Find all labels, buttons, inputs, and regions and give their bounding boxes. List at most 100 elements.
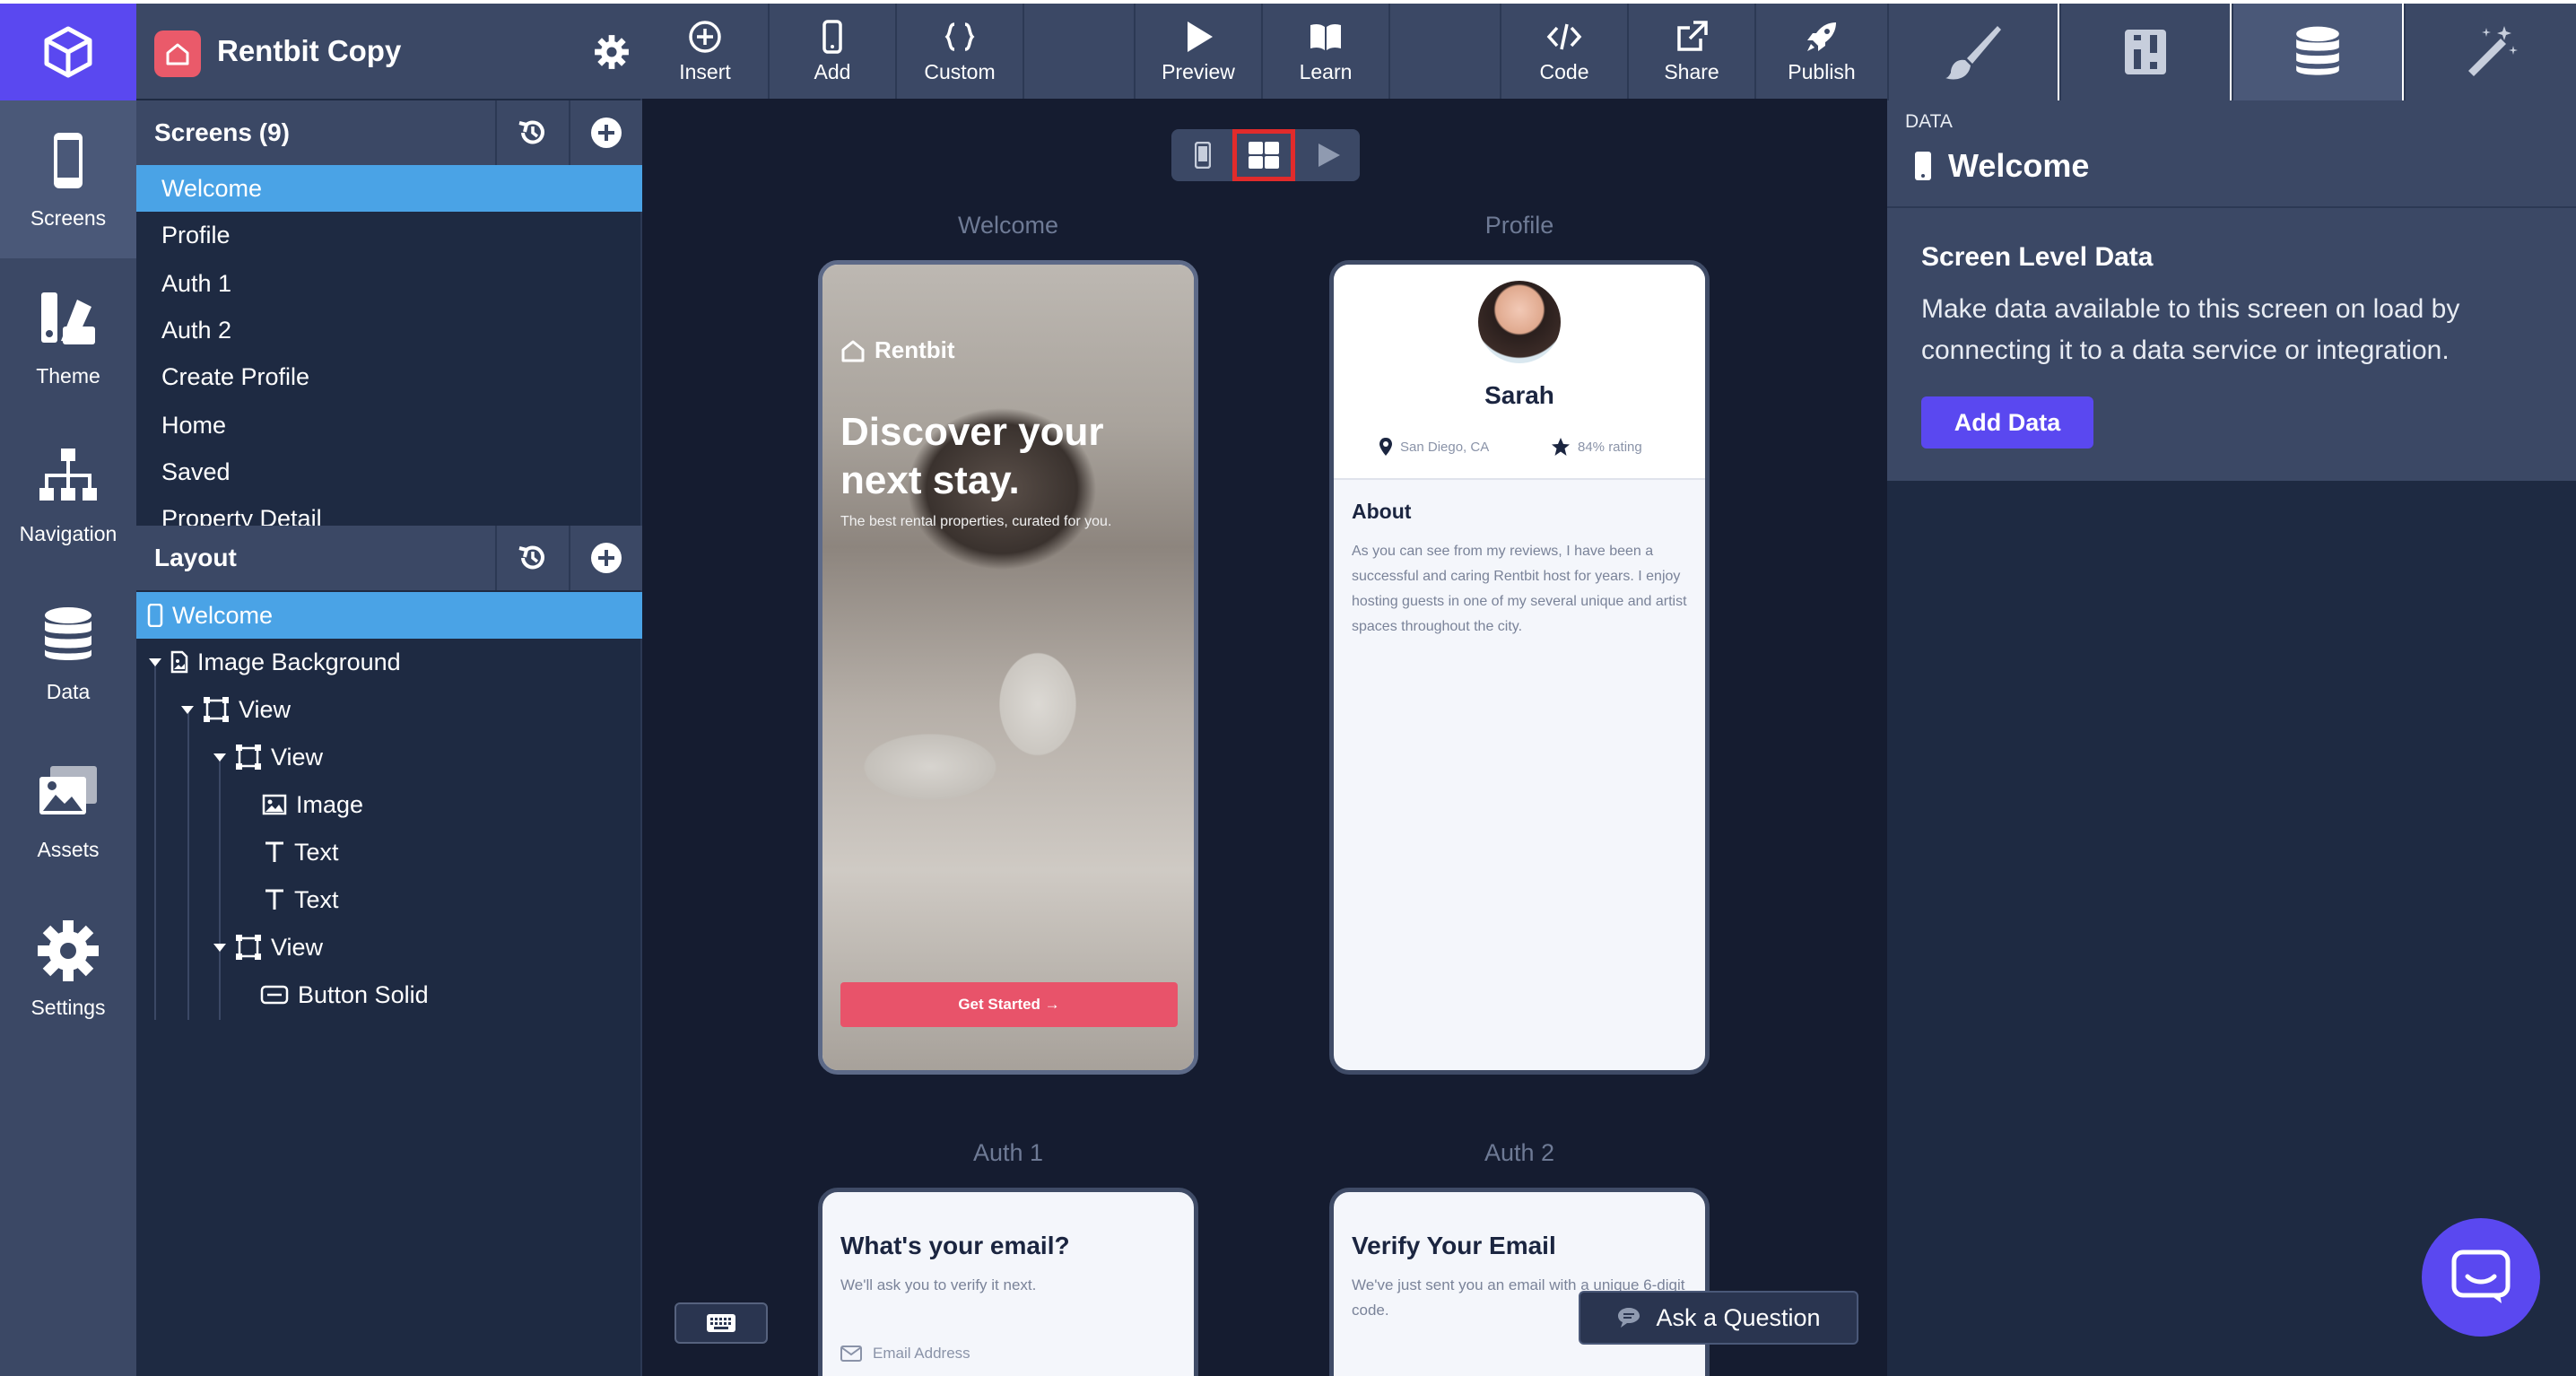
learn-button[interactable]: Learn <box>1263 4 1390 99</box>
caret-down-icon[interactable] <box>213 943 226 952</box>
button-icon <box>260 985 289 1005</box>
tab-magic[interactable] <box>2404 4 2576 100</box>
app-logo[interactable] <box>0 4 136 100</box>
rail-item-settings[interactable]: Settings <box>0 890 136 1048</box>
publish-button[interactable]: Publish <box>1756 4 1887 99</box>
tree-item-image[interactable]: Image <box>262 781 363 828</box>
mail-icon <box>840 1346 862 1362</box>
tree-item-view[interactable]: View <box>213 734 323 780</box>
tab-data[interactable] <box>2232 4 2402 100</box>
screens-panel: Rentbit Copy Screens (9) Welcome Profile… <box>136 4 642 1376</box>
phone-auth-2[interactable]: Verify Your Email We've just sent you an… <box>1329 1188 1710 1376</box>
add-component-button[interactable] <box>569 526 642 590</box>
profile-rating: 84% rating <box>1551 437 1642 457</box>
screen-item-property-detail[interactable]: Property Detail <box>136 495 642 526</box>
tree-item-image-background[interactable]: Image Background <box>149 639 401 685</box>
chat-launcher-button[interactable] <box>2422 1218 2540 1337</box>
text-icon <box>265 841 283 862</box>
get-started-button[interactable]: Get Started → <box>840 982 1178 1027</box>
layout-history-button[interactable] <box>495 526 569 590</box>
tree-item-label: Image Background <box>197 649 401 675</box>
custom-button[interactable]: Custom <box>897 4 1024 99</box>
gear-icon <box>38 919 99 981</box>
phone-auth-1[interactable]: What's your email? We'll ask you to veri… <box>818 1188 1198 1376</box>
phone-icon <box>147 604 163 627</box>
profile-avatar <box>1478 281 1561 363</box>
home-icon <box>166 43 189 65</box>
app-rail: Screens Theme Navigation Data Assets Set… <box>0 4 136 1376</box>
auth1-email-field[interactable]: Email Address <box>840 1345 970 1363</box>
add-label: Add <box>814 59 851 83</box>
phone-welcome[interactable]: Rentbit Discover your next stay. The bes… <box>818 260 1198 1075</box>
rail-item-screens[interactable]: Screens <box>0 100 136 258</box>
profile-name: Sarah <box>1484 381 1554 409</box>
screens-title: Screens (9) <box>154 118 290 146</box>
external-link-icon <box>1677 20 1708 51</box>
rail-item-assets[interactable]: Assets <box>0 732 136 890</box>
screen-item-auth-1[interactable]: Auth 1 <box>136 260 642 307</box>
tree-item-text[interactable]: Text <box>264 829 339 875</box>
code-button[interactable]: Code <box>1501 4 1629 99</box>
tree-item-text[interactable]: Text <box>264 876 339 923</box>
phone-outline-icon <box>822 19 842 54</box>
screen-item-auth-2[interactable]: Auth 2 <box>136 307 642 353</box>
project-header: Rentbit Copy <box>136 4 642 99</box>
rail-item-theme[interactable]: Theme <box>0 258 136 416</box>
auth1-email-placeholder: Email Address <box>873 1345 970 1362</box>
view-box-icon <box>204 697 229 722</box>
phone-icon <box>1195 142 1211 169</box>
tab-style[interactable] <box>1887 4 2058 100</box>
tree-item-button-solid[interactable]: Button Solid <box>260 971 429 1018</box>
map-pin-icon <box>1379 438 1392 456</box>
preview-button[interactable]: Preview <box>1136 4 1263 99</box>
add-screen-button[interactable] <box>569 100 642 165</box>
rail-item-label: Theme <box>36 363 100 388</box>
caret-down-icon[interactable] <box>213 753 226 762</box>
text-icon <box>265 889 283 910</box>
play-icon <box>1318 144 1340 167</box>
rail-item-label: Assets <box>37 837 100 861</box>
grid-view-button[interactable] <box>1232 129 1295 181</box>
add-data-button[interactable]: Add Data <box>1921 396 2093 449</box>
phone-profile[interactable]: Sarah San Diego, CA 84% rating About As … <box>1329 260 1710 1075</box>
project-name: Rentbit Copy <box>217 34 402 67</box>
caret-down-icon[interactable] <box>149 658 161 666</box>
tree-item-label: Image <box>296 791 364 818</box>
screen-item-welcome[interactable]: Welcome <box>136 165 642 212</box>
tree-item-view[interactable]: View <box>213 924 323 971</box>
tree-item-welcome[interactable]: Welcome <box>136 592 642 639</box>
rail-item-data[interactable]: Data <box>0 574 136 732</box>
screen-item-saved[interactable]: Saved <box>136 449 642 495</box>
rail-item-navigation[interactable]: Navigation <box>0 416 136 574</box>
top-toolbar: Insert Add Custom Preview Learn Code Sha… <box>642 4 1887 99</box>
profile-rating-label: 84% rating <box>1578 439 1642 455</box>
welcome-brand: Rentbit <box>840 336 955 364</box>
tree-item-label: View <box>271 744 324 771</box>
tab-properties[interactable] <box>2059 4 2230 100</box>
home-icon <box>841 340 865 361</box>
auth1-subtitle: We'll ask you to verify it next. <box>840 1276 1037 1293</box>
palette-icon <box>41 292 95 344</box>
auth2-title: Verify Your Email <box>1352 1232 1556 1259</box>
preview-label: Preview <box>1162 59 1235 83</box>
screen-item-home[interactable]: Home <box>136 402 642 449</box>
tree-guide <box>154 661 156 1020</box>
tree-item-label: View <box>239 696 292 723</box>
project-settings-icon[interactable] <box>594 34 630 70</box>
insert-button[interactable]: Insert <box>642 4 770 99</box>
tree-item-view[interactable]: View <box>181 686 291 733</box>
star-icon <box>1552 438 1570 456</box>
screen-item-profile[interactable]: Profile <box>136 212 642 258</box>
screens-history-button[interactable] <box>495 100 569 165</box>
welcome-subtitle: The best rental properties, curated for … <box>840 514 1112 529</box>
code-label: Code <box>1539 59 1589 83</box>
caret-down-icon[interactable] <box>181 705 194 714</box>
add-button[interactable]: Add <box>770 4 897 99</box>
keyboard-shortcuts-button[interactable] <box>674 1302 768 1344</box>
single-view-button[interactable] <box>1171 129 1234 181</box>
ask-question-button[interactable]: Ask a Question <box>1579 1291 1858 1345</box>
share-button[interactable]: Share <box>1629 4 1756 99</box>
design-canvas[interactable]: Welcome Profile Auth 1 Auth 2 Rentbit Di… <box>642 99 1887 1376</box>
play-view-button[interactable] <box>1297 129 1360 181</box>
screen-item-create-profile[interactable]: Create Profile <box>136 353 642 400</box>
